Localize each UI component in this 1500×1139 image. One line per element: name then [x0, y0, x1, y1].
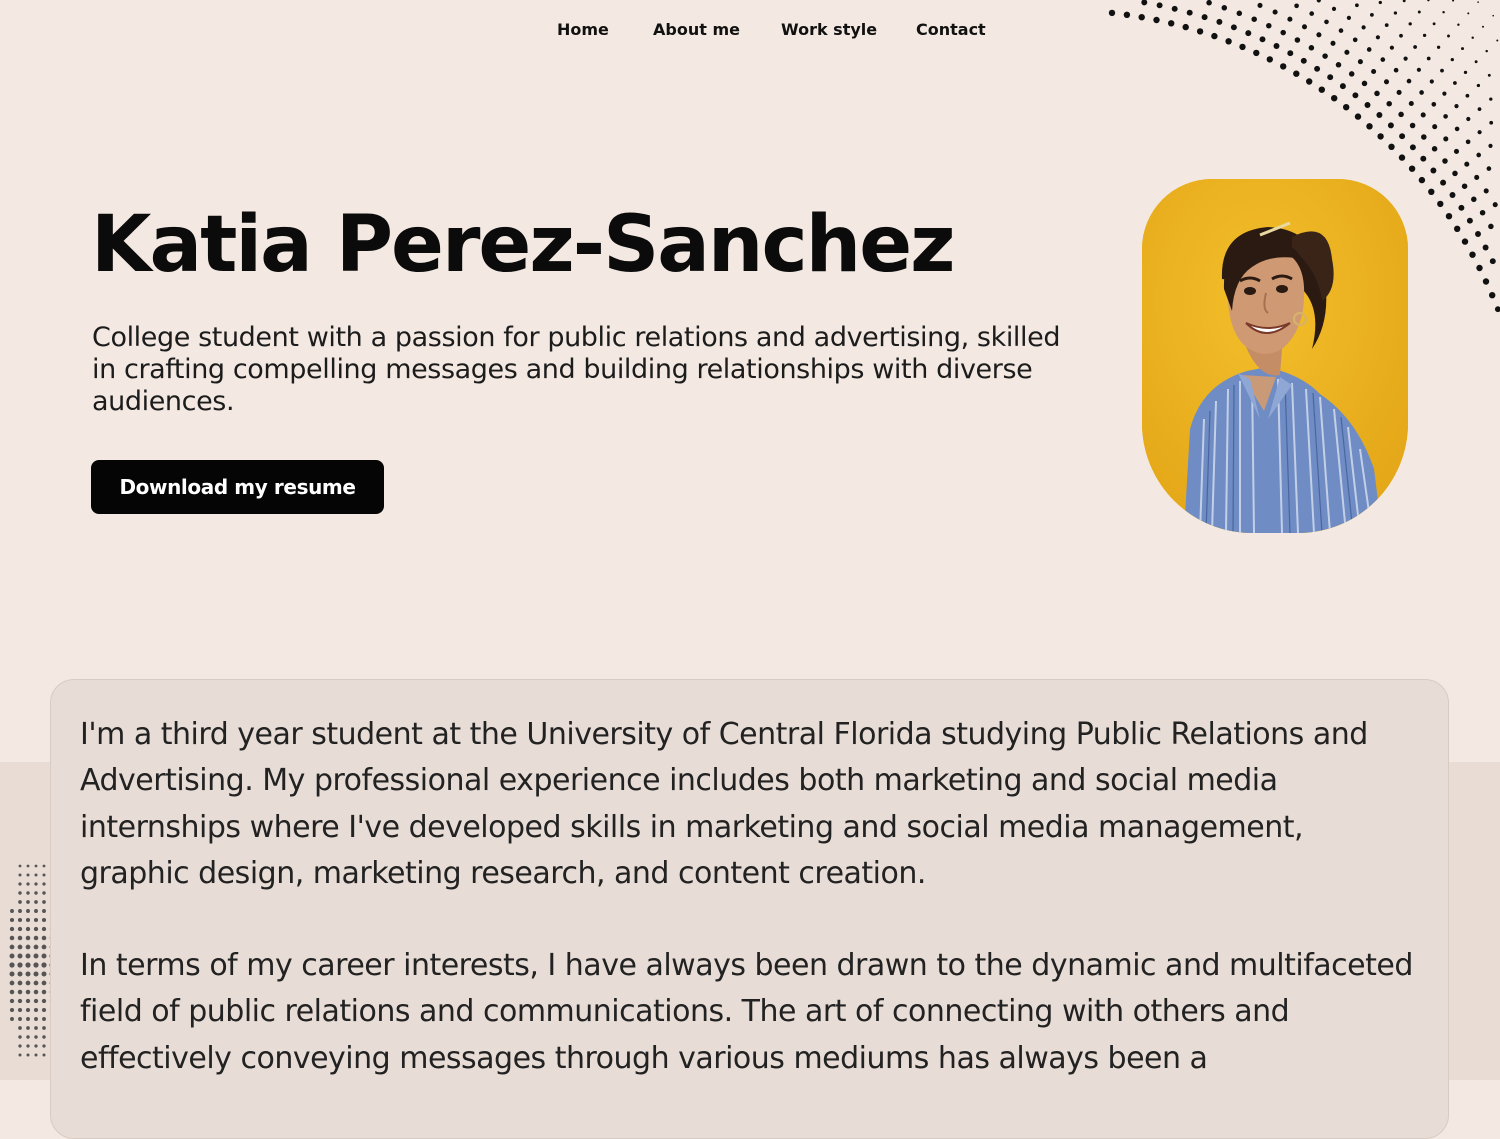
- nav-contact[interactable]: Contact: [916, 20, 986, 39]
- hero-tagline: College student with a passion for publi…: [92, 322, 1061, 417]
- download-resume-button[interactable]: Download my resume: [91, 460, 384, 514]
- nav-home[interactable]: Home: [557, 20, 609, 39]
- nav-about-me[interactable]: About me: [653, 20, 740, 39]
- about-paragraph: I'm a third year student at the Universi…: [80, 717, 1368, 891]
- hero-name: Katia Perez-Sanchez: [91, 200, 956, 290]
- about-paragraph: In terms of my career interests, I have …: [80, 948, 1413, 1076]
- nav-work-style[interactable]: Work style: [781, 20, 877, 39]
- profile-photo-illustration: [1142, 179, 1408, 533]
- profile-photo: [1142, 179, 1408, 533]
- about-card: I'm a third year student at the Universi…: [50, 679, 1449, 1139]
